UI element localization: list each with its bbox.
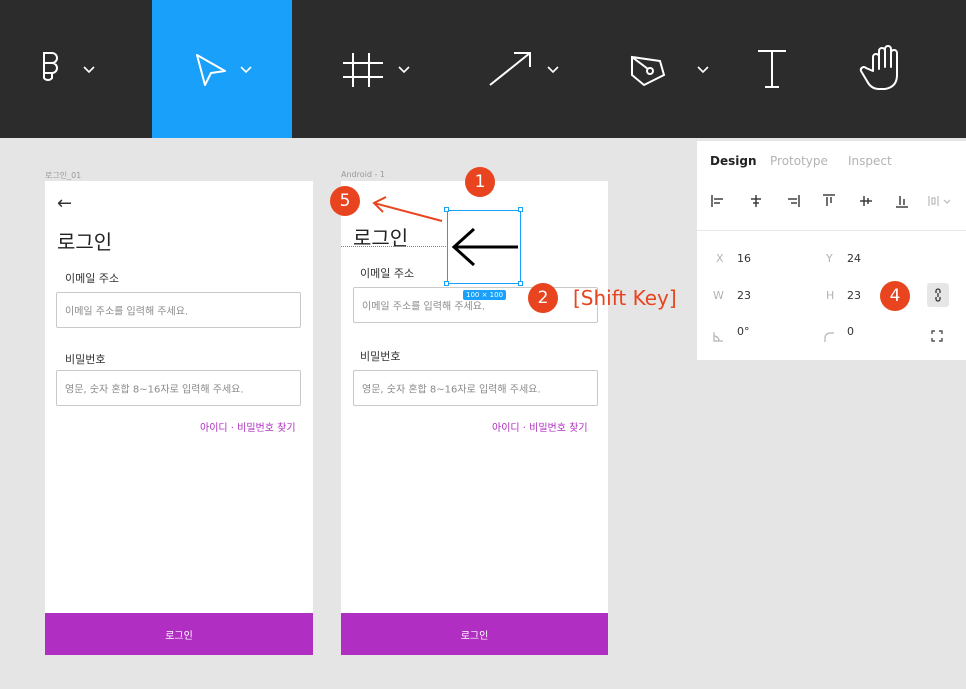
find-account-link[interactable]: 아이디 · 비밀번호 찾기 — [492, 419, 588, 434]
w-label: W — [713, 289, 724, 302]
text-t-icon — [758, 50, 786, 88]
smart-guide-line — [341, 246, 448, 247]
align-right-icon[interactable] — [783, 189, 803, 213]
resize-handle[interactable] — [518, 207, 523, 212]
tab-prototype[interactable]: Prototype — [770, 154, 828, 168]
align-top-icon[interactable] — [819, 189, 839, 213]
constrain-proportions-button[interactable] — [927, 283, 949, 307]
selected-arrow-element[interactable] — [447, 210, 521, 284]
arrow-tool-button[interactable] — [432, 0, 582, 138]
password-placeholder: 영문, 숫자 혼합 8~16자로 입력해 주세요. — [65, 384, 244, 396]
panel-divider — [697, 230, 966, 231]
align-horizontal-center-icon[interactable] — [746, 189, 766, 213]
w-value[interactable]: 23 — [737, 289, 751, 302]
independent-corners-icon[interactable] — [931, 327, 943, 346]
back-arrow-icon — [451, 227, 518, 267]
login-button[interactable]: 로그인 — [341, 613, 608, 655]
password-label: 비밀번호 — [65, 353, 106, 366]
email-label: 이메일 주소 — [65, 272, 120, 285]
y-label: Y — [826, 252, 833, 265]
annotation-arrow — [372, 196, 443, 222]
move-tool-button[interactable] — [152, 0, 292, 138]
radius-value[interactable]: 0 — [847, 325, 854, 338]
hand-tool-button[interactable] — [842, 0, 932, 138]
size-badge: 100 × 100 — [463, 290, 507, 300]
x-label: X — [716, 252, 724, 265]
pen-nib-icon — [631, 55, 709, 87]
figma-logo-icon — [43, 52, 95, 81]
h-value[interactable]: 23 — [847, 289, 861, 302]
toolbar — [0, 0, 966, 138]
align-vertical-center-icon[interactable] — [856, 189, 876, 213]
text-tool-button[interactable] — [732, 0, 812, 138]
figma-menu-button[interactable] — [0, 0, 152, 138]
rotation-value[interactable]: 0° — [737, 325, 750, 338]
diagonal-arrow-icon — [489, 52, 559, 86]
align-bottom-icon[interactable] — [892, 189, 912, 213]
login-button[interactable]: 로그인 — [45, 613, 313, 655]
frame-label[interactable]: 로그인_01 — [45, 170, 81, 181]
tab-design[interactable]: Design — [710, 154, 757, 168]
shift-key-label: [Shift Key] — [573, 286, 677, 310]
h-label: H — [826, 289, 835, 302]
corner-radius-icon — [824, 328, 835, 347]
link-icon — [935, 288, 941, 302]
resize-handle[interactable] — [444, 281, 449, 286]
resize-handle[interactable] — [518, 281, 523, 286]
password-label: 비밀번호 — [360, 350, 401, 363]
y-value[interactable]: 24 — [847, 252, 861, 265]
alignment-toolbar — [697, 189, 966, 213]
frame-tool-button[interactable] — [292, 0, 432, 138]
frame-label[interactable]: Android - 1 — [341, 170, 385, 179]
x-value[interactable]: 16 — [737, 252, 751, 265]
align-left-icon[interactable] — [708, 189, 728, 213]
password-field[interactable]: 영문, 숫자 혼합 8~16자로 입력해 주세요. — [56, 370, 301, 406]
page-title: 로그인 — [57, 230, 113, 254]
tab-inspect[interactable]: Inspect — [848, 154, 892, 168]
cursor-arrow-icon — [196, 54, 252, 86]
email-field[interactable]: 이메일 주소를 입력해 주세요. — [56, 292, 301, 328]
annotation-marker-2: 2 — [528, 283, 558, 313]
annotation-marker-1: 1 — [465, 167, 495, 197]
email-placeholder: 이메일 주소를 입력해 주세요. — [65, 306, 189, 318]
back-arrow-icon: ← — [57, 193, 73, 214]
annotation-marker-4: 4 — [880, 281, 910, 311]
password-field[interactable]: 영문, 숫자 혼합 8~16자로 입력해 주세요. — [353, 370, 598, 406]
frame-hash-icon — [343, 53, 410, 87]
annotation-marker-5: 5 — [330, 186, 360, 216]
login-frame-1[interactable]: ← 로그인 이메일 주소 이메일 주소를 입력해 주세요. 비밀번호 영문, 숫… — [45, 181, 313, 655]
rotation-icon — [713, 327, 724, 346]
email-label: 이메일 주소 — [360, 267, 415, 280]
find-account-link[interactable]: 아이디 · 비밀번호 찾기 — [200, 419, 296, 434]
design-panel: Design Prototype Inspect X 16 Y 24 W 23 … — [696, 141, 966, 360]
hand-icon — [859, 45, 898, 90]
password-placeholder: 영문, 숫자 혼합 8~16자로 입력해 주세요. — [362, 384, 541, 396]
distribute-menu-icon[interactable] — [925, 189, 957, 213]
chevron-down-icon — [83, 66, 95, 74]
pen-tool-button[interactable] — [582, 0, 732, 138]
